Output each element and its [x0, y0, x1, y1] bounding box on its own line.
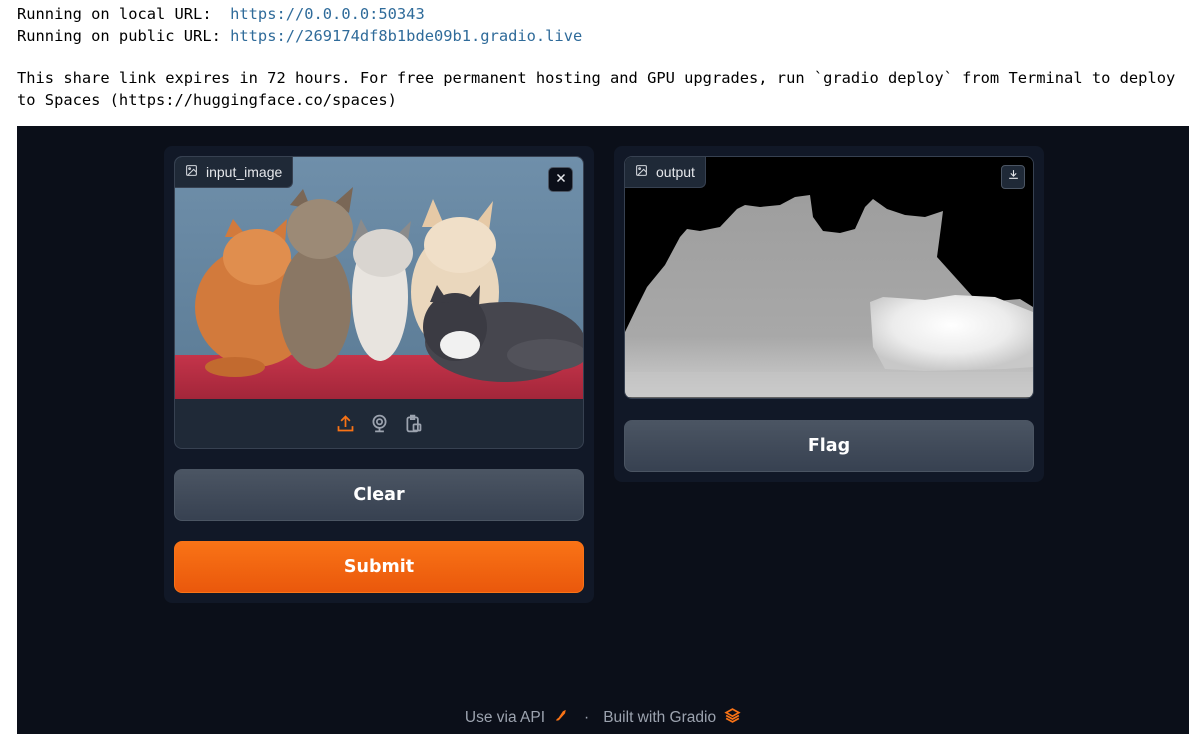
image-icon — [635, 164, 648, 180]
public-url-link[interactable]: https://269174df8b1bde09b1.gradio.live — [230, 27, 582, 45]
public-url-line: Running on public URL: https://269174df8… — [17, 26, 1187, 48]
share-link-notice: This share link expires in 72 hours. For… — [17, 69, 1185, 109]
output-image-label-text: output — [656, 164, 695, 180]
built-with-gradio-link[interactable]: Built with Gradio — [603, 709, 716, 727]
gradio-app: input_image Clear Submit output Flag Use… — [17, 126, 1189, 734]
clear-image-button[interactable] — [548, 167, 573, 192]
clipboard-icon[interactable] — [402, 413, 424, 435]
image-icon — [185, 164, 198, 180]
input-panel: input_image Clear Submit — [164, 146, 594, 603]
flag-button[interactable]: Flag — [624, 420, 1034, 472]
local-url-line: Running on local URL: https://0.0.0.0:50… — [17, 4, 1187, 26]
input-image-box[interactable]: input_image — [174, 156, 584, 449]
console-output: Running on local URL: https://0.0.0.0:50… — [17, 4, 1187, 111]
footer-separator: · — [584, 709, 590, 726]
upload-icon[interactable] — [334, 413, 356, 435]
local-url-link[interactable]: https://0.0.0.0:50343 — [230, 5, 425, 23]
use-via-api-link[interactable]: Use via API — [465, 709, 545, 727]
close-icon — [555, 171, 567, 189]
depth-map-image — [625, 157, 1033, 398]
public-url-prefix: Running on public URL: — [17, 26, 231, 45]
webcam-icon[interactable] — [368, 413, 390, 435]
rocket-icon — [553, 707, 570, 729]
kittens-photo — [175, 157, 583, 399]
output-panel: output Flag — [614, 146, 1044, 482]
download-icon — [1007, 168, 1020, 186]
output-image-label: output — [625, 157, 706, 188]
gradio-logo-icon — [724, 707, 741, 729]
footer: Use via API · Built with Gradio — [17, 706, 1189, 730]
download-button[interactable] — [1001, 165, 1025, 189]
clear-button[interactable]: Clear — [174, 469, 584, 521]
submit-button[interactable]: Submit — [174, 541, 584, 593]
local-url-prefix: Running on local URL: — [17, 5, 231, 23]
input-image-label-text: input_image — [206, 164, 283, 180]
input-image-label: input_image — [175, 157, 294, 188]
image-source-bar — [175, 399, 583, 448]
output-image-box: output — [624, 156, 1034, 399]
